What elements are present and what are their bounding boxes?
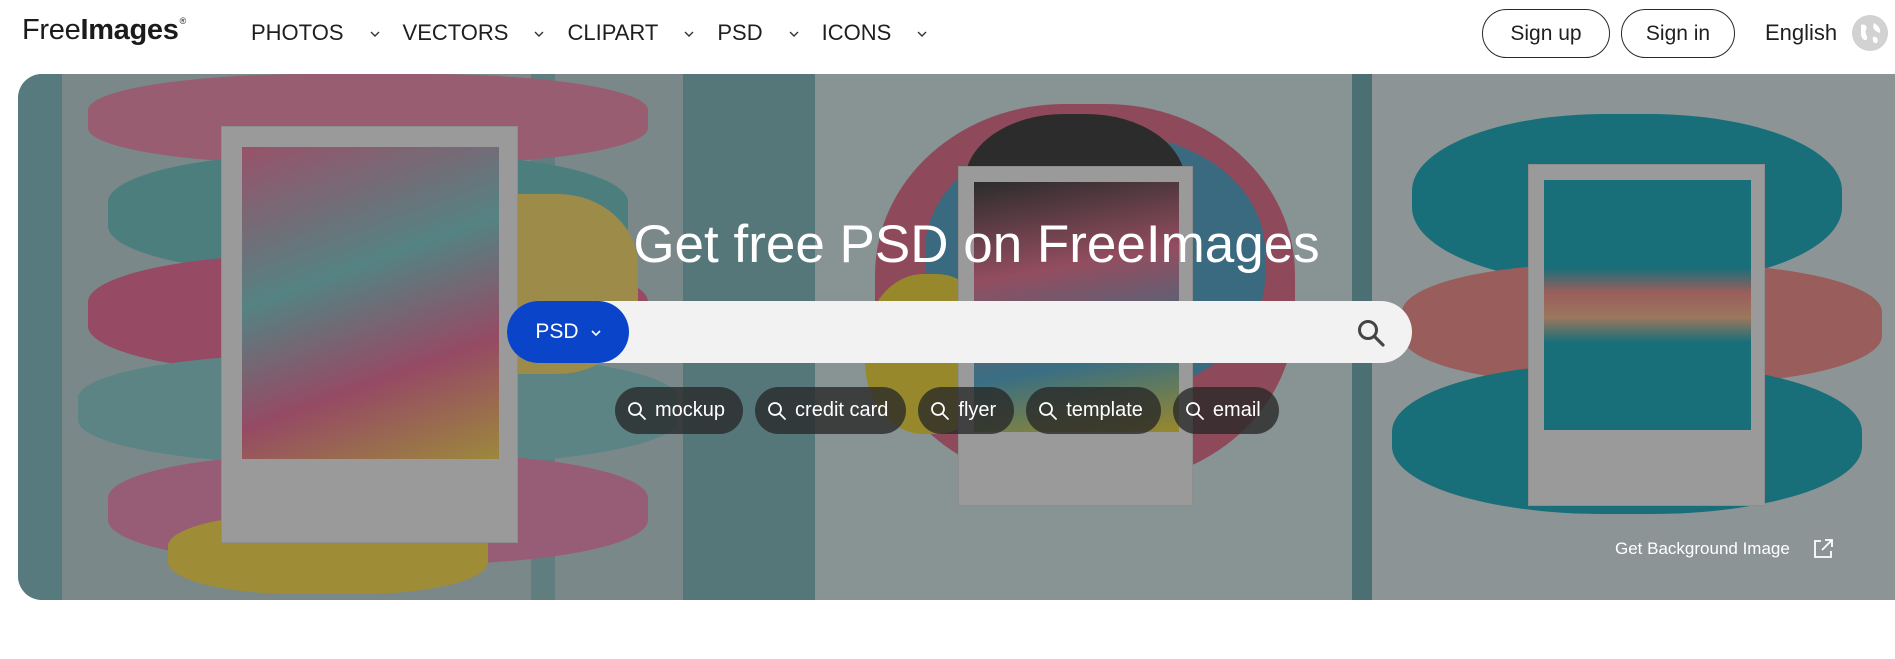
external-link-icon [1813, 539, 1833, 558]
chevron-down-icon[interactable] [684, 29, 694, 39]
chevron-down-icon[interactable] [789, 29, 799, 39]
hero-title: Get free PSD on FreeImages [633, 215, 1320, 274]
tag-template[interactable]: template [1026, 387, 1161, 434]
main-nav: PHOTOS VECTORS CLIPART PSD ICONS [251, 20, 950, 46]
tag-credit-card[interactable]: credit card [755, 387, 907, 434]
search-bar: PSD [507, 301, 1412, 363]
nav-item-label: ICONS [821, 20, 892, 45]
nav-item-icons[interactable]: ICONS [822, 20, 928, 46]
logo-text-free: Free [22, 14, 81, 46]
search-input[interactable] [639, 311, 1339, 353]
language-selector[interactable]: English [1765, 20, 1837, 46]
tag-label: mockup [655, 399, 726, 421]
get-background-image-link[interactable]: Get Background Image [1615, 537, 1835, 561]
tag-label: email [1212, 399, 1261, 421]
suggested-tags: mockup credit card flyer template email [615, 387, 1291, 434]
site-header: Free Images ® PHOTOS VECTORS CLIPART PSD… [0, 0, 1895, 68]
freeimages-logo[interactable]: Free Images ® [22, 14, 186, 47]
search-icon [1186, 401, 1204, 420]
tag-label: flyer [958, 399, 997, 421]
search-icon [768, 401, 786, 420]
tag-email[interactable]: email [1172, 387, 1279, 434]
chevron-down-icon[interactable] [370, 29, 380, 39]
hero-banner: Get free PSD on FreeImages PSD mockup cr… [18, 74, 1895, 600]
nav-item-label: VECTORS [402, 20, 509, 45]
nav-item-label: CLIPART [567, 20, 659, 45]
nav-item-vectors[interactable]: VECTORS [403, 20, 545, 46]
search-icon [628, 401, 646, 420]
logo-text-images: Images [80, 14, 179, 46]
search-icon[interactable] [1356, 318, 1386, 348]
tag-label: template [1066, 399, 1143, 421]
sign-up-button[interactable]: Sign up [1482, 9, 1610, 58]
tag-label: credit card [795, 399, 889, 421]
globe-icon[interactable] [1852, 15, 1888, 51]
search-icon [1039, 401, 1058, 420]
chevron-down-icon [591, 330, 601, 337]
search-type-dropdown[interactable]: PSD [507, 301, 629, 363]
search-type-label: PSD [535, 320, 579, 343]
nav-item-psd[interactable]: PSD [717, 20, 799, 46]
sign-in-button[interactable]: Sign in [1621, 9, 1735, 58]
search-icon [931, 401, 950, 420]
chevron-down-icon[interactable] [917, 29, 927, 39]
nav-item-clipart[interactable]: CLIPART [567, 20, 694, 46]
chevron-down-icon[interactable] [534, 29, 544, 39]
get-background-image-label: Get Background Image [1615, 539, 1790, 558]
tag-mockup[interactable]: mockup [615, 387, 744, 434]
nav-item-label: PHOTOS [251, 20, 344, 45]
nav-item-label: PSD [717, 20, 763, 45]
tag-flyer[interactable]: flyer [918, 387, 1015, 434]
logo-registered-mark: ® [179, 16, 187, 26]
nav-item-photos[interactable]: PHOTOS [251, 20, 380, 46]
